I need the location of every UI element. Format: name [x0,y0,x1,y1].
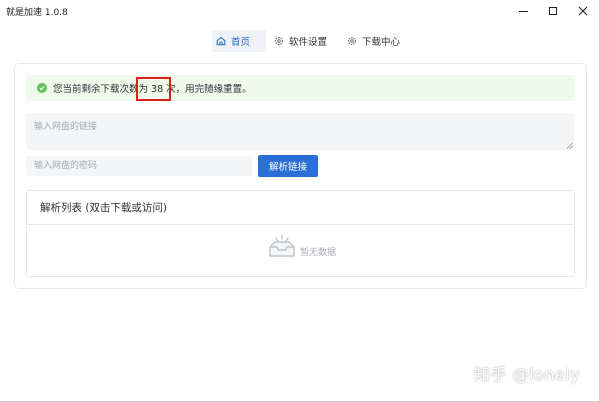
gear-icon [275,37,283,45]
empty-inbox-icon [269,234,295,257]
tab-settings-label: 软件设置 [289,37,328,48]
empty-text: 暂无数据 [300,247,337,258]
tab-download-center[interactable]: 下载中心 [343,30,409,52]
list-title: 解析列表 (双击下载或访问) [27,191,574,225]
parse-result-list[interactable]: 解析列表 (双击下载或访问) 暂无数据 [26,190,575,277]
window-title: 就是加速 1.0.8 [6,8,68,18]
share-link-input[interactable] [26,113,574,150]
empty-state: 暂无数据 [267,233,336,259]
title-bar[interactable]: 就是加速 1.0.8 [0,0,600,22]
watermark: 知乎 @lonely [474,365,581,384]
minimize-icon [518,10,528,12]
gear-icon [348,37,356,45]
alert-prefix: 您当前剩余下载次数为 [53,84,152,95]
top-tabs: 首页 软件设置 下载中心 [0,30,600,52]
home-icon [216,36,226,46]
check-circle-icon [37,83,47,93]
maximize-icon [549,7,557,15]
parse-link-button[interactable]: 解析链接 [258,155,318,177]
tab-download-center-label: 下载中心 [362,37,401,48]
minimize-button[interactable] [508,0,538,22]
maximize-button[interactable] [538,0,568,22]
tab-home[interactable]: 首页 [212,30,266,52]
alert-suffix: ，用完随缘重置。 [175,84,252,95]
close-icon [578,6,588,16]
share-password-input[interactable] [26,156,252,176]
alert-message: 您当前剩余下载次数为 38 次，用完随缘重置。 [53,81,252,95]
tab-settings[interactable]: 软件设置 [270,30,334,52]
close-button[interactable] [568,0,598,22]
remaining-count: 38 次 [151,84,176,95]
resize-grip-icon[interactable] [566,142,573,149]
tab-home-label: 首页 [231,37,251,48]
remaining-downloads-alert: 您当前剩余下载次数为 38 次，用完随缘重置。 [26,75,575,101]
